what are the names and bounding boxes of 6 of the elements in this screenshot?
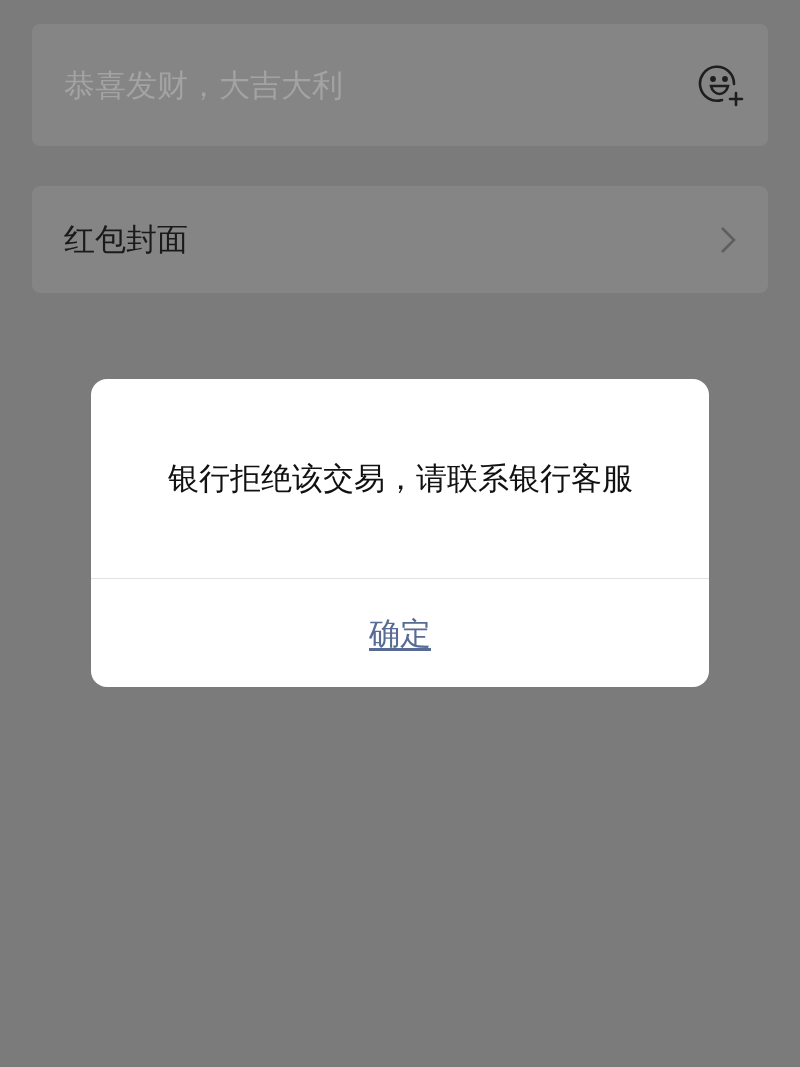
confirm-button[interactable]: 确定 <box>369 609 431 657</box>
dialog-message: 银行拒绝该交易，请联系银行客服 <box>167 459 633 499</box>
chevron-right-icon <box>720 225 736 254</box>
cover-row[interactable]: 红包封面 <box>32 186 768 293</box>
cover-label: 红包封面 <box>64 220 188 260</box>
emoji-add-icon[interactable] <box>698 62 744 108</box>
